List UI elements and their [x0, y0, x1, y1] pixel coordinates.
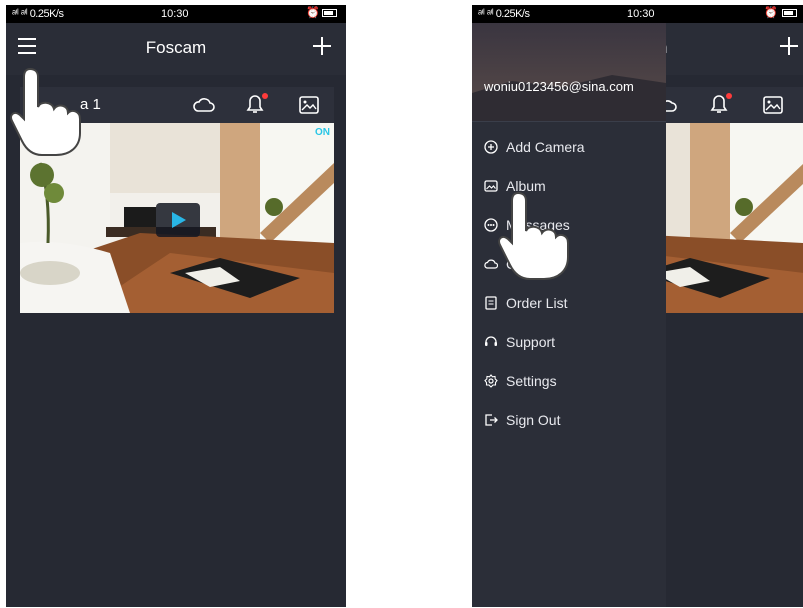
- settings-icon: [484, 374, 498, 388]
- add-camera-button[interactable]: [780, 37, 798, 55]
- status-bar: ᵃⁱˡ ᵃⁱˡ 0.25K/s 10:30 ⏰: [472, 5, 803, 23]
- drawer-divider: [472, 121, 666, 122]
- menu-item-label: Support: [506, 334, 556, 350]
- battery-icon: [782, 9, 797, 17]
- drawer-header: woniu0123456@sina.com: [472, 23, 666, 121]
- alarm-icon: ⏰: [764, 7, 778, 19]
- pointing-hand-icon: [10, 67, 81, 156]
- add-camera-button[interactable]: [313, 37, 331, 55]
- cloud-icon[interactable]: [192, 94, 216, 116]
- menu-item-sign-out[interactable]: Sign Out: [484, 410, 664, 432]
- menu-item-support[interactable]: Support: [484, 332, 664, 354]
- order-list-icon: [485, 296, 497, 310]
- album-icon[interactable]: [762, 94, 784, 116]
- status-bar: ᵃⁱˡ ᵃⁱˡ 0.25K/s 10:30 ⏰: [6, 5, 346, 23]
- pointing-hand-icon: [498, 191, 569, 280]
- support-icon: [485, 336, 497, 346]
- menu-item-settings[interactable]: Settings: [484, 371, 664, 393]
- menu-item-label: Add Camera: [506, 139, 585, 155]
- add-circle-icon: [484, 140, 498, 154]
- menu-item-label: Settings: [506, 373, 557, 389]
- bell-icon[interactable]: [242, 91, 270, 117]
- right-phone-screen: ᵃⁱˡ ᵃⁱˡ 0.25K/s 10:30 ⏰ n: [472, 5, 803, 607]
- room-image: [666, 123, 803, 313]
- album-icon[interactable]: [298, 94, 320, 116]
- drawer-header-background: [472, 23, 666, 121]
- page-title: Foscam: [145, 38, 207, 57]
- cloud-icon[interactable]: [664, 94, 680, 116]
- menu-item-add-camera[interactable]: Add Camera: [484, 137, 664, 159]
- bell-icon[interactable]: [706, 91, 734, 117]
- signal-speed: ᵃⁱˡ ᵃⁱˡ 0.25K/s: [12, 8, 64, 20]
- camera-preview[interactable]: [666, 123, 803, 313]
- clock: 10:30: [627, 8, 655, 20]
- account-email: woniu0123456@sina.com: [484, 79, 634, 94]
- menu-item-order-list[interactable]: Order List: [484, 293, 664, 315]
- online-status-badge: ON: [315, 127, 330, 138]
- sign-out-icon: [485, 414, 498, 426]
- camera-bar[interactable]: [664, 87, 803, 123]
- menu-item-label: Sign Out: [506, 412, 561, 428]
- clock: 10:30: [161, 8, 189, 20]
- signal-speed: ᵃⁱˡ ᵃⁱˡ 0.25K/s: [478, 8, 530, 20]
- left-phone-screen: ᵃⁱˡ ᵃⁱˡ 0.25K/s 10:30 ⏰ Foscam a 1 ON: [6, 5, 346, 607]
- menu-item-label: Order List: [506, 295, 568, 311]
- battery-icon: [322, 9, 337, 17]
- navigation-drawer: woniu0123456@sina.com Add Camera Album M…: [472, 23, 666, 607]
- play-button[interactable]: [156, 203, 200, 237]
- alarm-icon: ⏰: [306, 7, 320, 19]
